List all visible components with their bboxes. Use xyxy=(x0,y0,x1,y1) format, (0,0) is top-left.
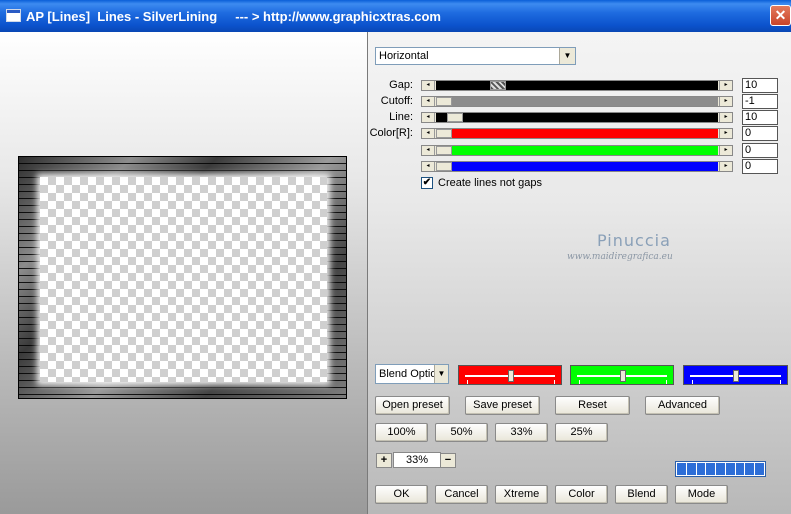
progress-segment xyxy=(677,463,686,475)
cancel-button[interactable]: Cancel xyxy=(435,485,488,504)
slider-thumb[interactable] xyxy=(436,146,452,155)
progress-segment xyxy=(725,463,735,475)
slider-label: Gap: xyxy=(389,79,413,91)
zoom-33-button[interactable]: 33% xyxy=(495,423,548,442)
zoom-out-button[interactable]: − xyxy=(440,453,456,468)
slider-thumb[interactable] xyxy=(447,113,463,122)
color-panel-blue[interactable] xyxy=(683,365,788,385)
color-panel-red[interactable] xyxy=(458,365,562,385)
advanced-button[interactable]: Advanced xyxy=(645,396,720,415)
create-lines-label: Create lines not gaps xyxy=(438,177,542,189)
slider-value-field[interactable]: 0 xyxy=(742,143,778,158)
close-button[interactable]: ✕ xyxy=(770,5,791,26)
slider-label: Color[R]: xyxy=(369,127,413,139)
slider-fill xyxy=(436,129,718,138)
orientation-select-value: Horizontal xyxy=(379,50,429,62)
chevron-down-icon[interactable]: ▼ xyxy=(434,365,448,383)
slider-fill xyxy=(436,81,718,90)
slider-thumb[interactable] xyxy=(436,129,452,138)
color-panel-green[interactable] xyxy=(570,365,674,385)
progress-segment xyxy=(706,463,716,475)
xtreme-button[interactable]: Xtreme xyxy=(495,485,548,504)
chevron-left-icon[interactable]: ◂ xyxy=(422,146,435,155)
zoom-field[interactable]: 33% xyxy=(393,452,441,468)
slider-track[interactable]: ◂ ▸ xyxy=(421,161,733,172)
preview-image[interactable] xyxy=(18,156,347,399)
chevron-left-icon[interactable]: ◂ xyxy=(422,162,435,171)
slider-label: Line: xyxy=(389,111,413,123)
slider-value-field[interactable]: 10 xyxy=(742,78,778,93)
window-title: AP [Lines] Lines - SilverLining --- > ht… xyxy=(26,9,441,24)
zoom-50-button[interactable]: 50% xyxy=(435,423,488,442)
slider-fill xyxy=(436,162,718,171)
slider-fill xyxy=(436,113,718,122)
preview-pane xyxy=(0,32,368,514)
slider-thumb[interactable] xyxy=(490,81,506,90)
slider-track[interactable]: ◂ ▸ xyxy=(421,128,733,139)
progress-segment xyxy=(735,463,745,475)
slider-value-field[interactable]: -1 xyxy=(742,94,778,109)
blend-options-value: Blend Optio xyxy=(379,368,437,380)
slider-thumb[interactable] xyxy=(436,162,452,171)
zoom-in-button[interactable]: + xyxy=(376,453,392,468)
ok-button[interactable]: OK xyxy=(375,485,428,504)
progress-bar xyxy=(675,461,766,477)
slider-track[interactable]: ◂ ▸ xyxy=(421,80,733,91)
chevron-left-icon[interactable]: ◂ xyxy=(422,97,435,106)
chevron-right-icon[interactable]: ▸ xyxy=(719,129,732,138)
progress-segment xyxy=(686,463,696,475)
slider-track[interactable]: ◂ ▸ xyxy=(421,96,733,107)
slider-thumb[interactable] xyxy=(436,97,452,106)
slider-fill xyxy=(436,146,718,155)
slider-track[interactable]: ◂ ▸ xyxy=(421,145,733,156)
chevron-left-icon[interactable]: ◂ xyxy=(422,113,435,122)
chevron-left-icon[interactable]: ◂ xyxy=(422,81,435,90)
transparent-area xyxy=(40,177,327,382)
zoom-100-button[interactable]: 100% xyxy=(375,423,428,442)
blend-button[interactable]: Blend xyxy=(615,485,668,504)
orientation-select[interactable]: Horizontal ▼ xyxy=(375,47,576,65)
slider-fill xyxy=(436,97,718,106)
slider-value-field[interactable]: 0 xyxy=(742,126,778,141)
window-icon xyxy=(6,9,21,22)
blend-options-select[interactable]: Blend Optio ▼ xyxy=(375,364,449,384)
color-button[interactable]: Color xyxy=(555,485,608,504)
progress-segment xyxy=(716,463,725,475)
progress-segment xyxy=(745,463,755,475)
chevron-down-icon[interactable]: ▼ xyxy=(559,48,575,64)
watermark-name: Pinuccia xyxy=(597,231,671,250)
chevron-right-icon[interactable]: ▸ xyxy=(719,97,732,106)
chevron-right-icon[interactable]: ▸ xyxy=(719,146,732,155)
reset-button[interactable]: Reset xyxy=(555,396,630,415)
zoom-25-button[interactable]: 25% xyxy=(555,423,608,442)
slider-label: Cutoff: xyxy=(380,95,413,107)
slider-value-field[interactable]: 10 xyxy=(742,110,778,125)
mode-button[interactable]: Mode xyxy=(675,485,728,504)
chevron-right-icon[interactable]: ▸ xyxy=(719,162,732,171)
create-lines-checkbox[interactable]: ✔ xyxy=(421,177,433,189)
chevron-right-icon[interactable]: ▸ xyxy=(719,81,732,90)
slider-value-field[interactable]: 0 xyxy=(742,159,778,174)
open-preset-button[interactable]: Open preset xyxy=(375,396,450,415)
watermark-site: www.maidiregrafica.eu xyxy=(567,252,673,262)
title-bar: AP [Lines] Lines - SilverLining --- > ht… xyxy=(0,0,791,32)
slider-track[interactable]: ◂ ▸ xyxy=(421,112,733,123)
progress-segment xyxy=(755,463,765,475)
progress-segment xyxy=(696,463,706,475)
chevron-left-icon[interactable]: ◂ xyxy=(422,129,435,138)
chevron-right-icon[interactable]: ▸ xyxy=(719,113,732,122)
save-preset-button[interactable]: Save preset xyxy=(465,396,540,415)
